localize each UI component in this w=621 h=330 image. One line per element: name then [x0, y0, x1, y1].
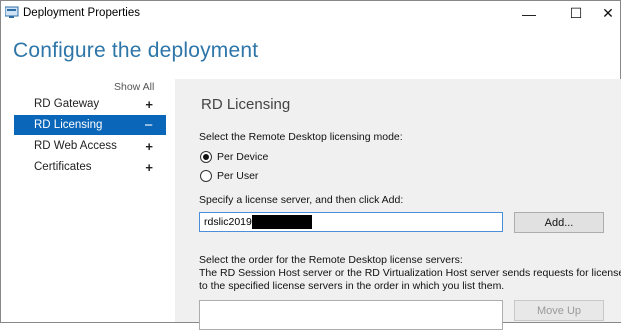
nav-item-label: RD Gateway	[34, 98, 100, 110]
deployment-properties-window: Deployment Properties — ☐ ✕ Configure th…	[0, 0, 621, 330]
expand-icon: +	[145, 159, 153, 175]
minimize-button[interactable]: —	[514, 1, 544, 26]
close-icon: ✕	[602, 5, 614, 21]
add-button[interactable]: Add...	[514, 212, 604, 233]
show-all-link[interactable]: Show All	[114, 81, 154, 93]
per-user-radio[interactable]	[200, 170, 212, 182]
nav-item-label: RD Web Access	[34, 140, 117, 152]
page-heading: Configure the deployment	[13, 39, 259, 62]
nav-item-rd-licensing[interactable]: RD Licensing −	[14, 115, 166, 135]
per-device-label[interactable]: Per Device	[217, 151, 268, 163]
expand-icon: +	[145, 96, 153, 112]
nav-item-label: RD Licensing	[34, 119, 103, 131]
nav-item-rd-web-access[interactable]: RD Web Access +	[14, 136, 166, 156]
title-bar: Deployment Properties — ☐ ✕	[1, 1, 620, 26]
section-title: RD Licensing	[201, 96, 291, 113]
maximize-button[interactable]: ☐	[561, 1, 591, 26]
minimize-icon: —	[522, 5, 536, 22]
nav-item-certificates[interactable]: Certificates +	[14, 157, 166, 177]
maximize-icon: ☐	[569, 5, 583, 21]
order-description-line-1: The RD Session Host server or the RD Vir…	[199, 267, 621, 279]
license-server-value: rdslic2019	[204, 215, 252, 228]
nav-item-rd-gateway[interactable]: RD Gateway +	[14, 94, 166, 114]
collapse-icon: −	[144, 116, 153, 134]
license-server-list[interactable]	[199, 300, 503, 330]
server-app-icon	[5, 6, 19, 18]
window-title: Deployment Properties	[23, 7, 140, 19]
radio-selected-dot	[203, 154, 209, 160]
per-user-label[interactable]: Per User	[217, 170, 258, 182]
licensing-mode-label: Select the Remote Desktop licensing mode…	[199, 131, 403, 143]
license-server-input[interactable]: rdslic2019	[199, 212, 503, 232]
close-button[interactable]: ✕	[593, 1, 621, 26]
expand-icon: +	[145, 138, 153, 154]
order-label: Select the order for the Remote Desktop …	[199, 254, 463, 266]
order-description-line-2: to the specified license servers in the …	[199, 280, 505, 292]
nav-item-label: Certificates	[34, 161, 92, 173]
move-up-button[interactable]: Move Up	[514, 300, 604, 321]
per-device-radio[interactable]	[200, 151, 212, 163]
license-server-label: Specify a license server, and then click…	[199, 194, 404, 206]
redaction-block	[251, 215, 312, 229]
